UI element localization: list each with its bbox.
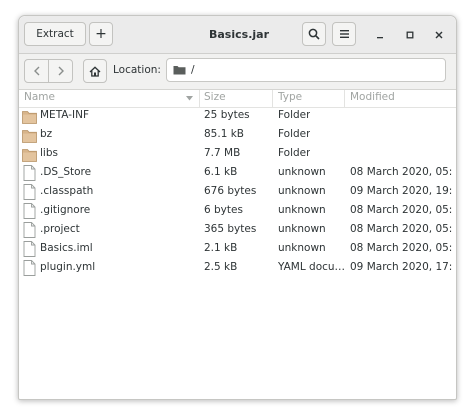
back-button[interactable]: [24, 59, 49, 83]
file-size: 2.1 kB: [204, 242, 238, 254]
list-item[interactable]: .project 365 bytes unknown 08 March 2020…: [19, 221, 456, 240]
file-type: YAML docu…: [278, 261, 346, 273]
maximize-icon: [406, 31, 414, 39]
file-icon: [23, 260, 36, 276]
column-header-size[interactable]: Size: [204, 91, 226, 103]
list-item[interactable]: libs 7.7 MB Folder: [19, 145, 456, 164]
column-header-modified[interactable]: Modified: [350, 91, 395, 103]
file-type: unknown: [278, 185, 326, 197]
home-icon: [89, 65, 101, 77]
file-size: 6 bytes: [204, 204, 243, 216]
file-modified: 08 March 2020, 05:…: [350, 223, 453, 235]
folder-icon: [173, 66, 186, 75]
file-name: .project: [40, 223, 80, 235]
file-icon: [23, 203, 36, 219]
extract-button-label: Extract: [36, 28, 74, 40]
sort-descending-icon[interactable]: [186, 96, 193, 101]
file-size: 85.1 kB: [204, 128, 245, 140]
file-name: plugin.yml: [40, 261, 96, 273]
list-item[interactable]: META-INF 25 bytes Folder: [19, 107, 456, 126]
hamburger-menu-icon: [339, 30, 349, 38]
column-header-type[interactable]: Type: [278, 91, 302, 103]
file-modified: 08 March 2020, 05:…: [350, 204, 453, 216]
home-button[interactable]: [83, 59, 107, 83]
location-bar: Location: /: [19, 54, 456, 90]
file-size: 6.1 kB: [204, 166, 238, 178]
add-files-button[interactable]: +: [89, 22, 113, 46]
chevron-left-icon: [33, 66, 39, 76]
file-icon: [23, 222, 36, 238]
column-separator: [344, 90, 345, 107]
file-icon: [23, 184, 36, 200]
archive-manager-window: Extract + Basics.jar Location: / Name Si…: [18, 15, 457, 400]
file-size: 25 bytes: [204, 109, 250, 121]
list-item[interactable]: Basics.iml 2.1 kB unknown 08 March 2020,…: [19, 240, 456, 259]
window-title: Basics.jar: [209, 28, 269, 41]
file-name: libs: [40, 147, 58, 159]
file-name: .classpath: [40, 185, 94, 197]
file-size: 7.7 MB: [204, 147, 241, 159]
menu-button[interactable]: [332, 22, 356, 46]
column-header-name[interactable]: Name: [24, 91, 55, 103]
file-size: 676 bytes: [204, 185, 257, 197]
folder-icon: [22, 130, 37, 143]
list-item[interactable]: plugin.yml 2.5 kB YAML docu… 09 March 20…: [19, 259, 456, 278]
file-type: unknown: [278, 204, 326, 216]
file-name: bz: [40, 128, 53, 140]
chevron-right-icon: [58, 66, 64, 76]
close-icon: [435, 31, 443, 39]
minimize-button[interactable]: [371, 26, 389, 44]
file-modified: 09 March 2020, 17:21: [350, 261, 453, 273]
header-bar: Extract + Basics.jar: [19, 16, 456, 54]
list-item[interactable]: .gitignore 6 bytes unknown 08 March 2020…: [19, 202, 456, 221]
extract-button[interactable]: Extract: [24, 22, 86, 46]
location-path: /: [191, 64, 195, 76]
file-modified: 09 March 2020, 19:17: [350, 185, 453, 197]
file-size: 2.5 kB: [204, 261, 238, 273]
list-item[interactable]: bz 85.1 kB Folder: [19, 126, 456, 145]
file-icon: [23, 241, 36, 257]
folder-icon: [22, 149, 37, 162]
file-type: Folder: [278, 128, 311, 140]
file-type: Folder: [278, 109, 311, 121]
file-name: .DS_Store: [40, 166, 92, 178]
column-separator: [199, 90, 200, 107]
location-label: Location:: [113, 64, 161, 76]
file-name: META-INF: [40, 109, 90, 121]
column-header-row: Name Size Type Modified: [19, 90, 456, 108]
file-type: unknown: [278, 166, 326, 178]
search-button[interactable]: [302, 22, 326, 46]
plus-icon: +: [95, 26, 107, 42]
maximize-button[interactable]: [401, 26, 419, 44]
file-name: .gitignore: [40, 204, 91, 216]
column-separator: [272, 90, 273, 107]
file-name: Basics.iml: [40, 242, 93, 254]
file-type: Folder: [278, 147, 311, 159]
minimize-icon: [377, 37, 383, 39]
file-icon: [23, 165, 36, 181]
search-icon: [308, 28, 320, 40]
file-modified: 08 March 2020, 05:…: [350, 242, 453, 254]
forward-button[interactable]: [48, 59, 73, 83]
file-size: 365 bytes: [204, 223, 257, 235]
file-type: unknown: [278, 242, 326, 254]
location-field[interactable]: /: [166, 58, 446, 82]
file-type: unknown: [278, 223, 326, 235]
list-item[interactable]: .classpath 676 bytes unknown 09 March 20…: [19, 183, 456, 202]
close-button[interactable]: [430, 26, 448, 44]
folder-icon: [22, 111, 37, 124]
list-item[interactable]: .DS_Store 6.1 kB unknown 08 March 2020, …: [19, 164, 456, 183]
file-modified: 08 March 2020, 05:…: [350, 166, 453, 178]
